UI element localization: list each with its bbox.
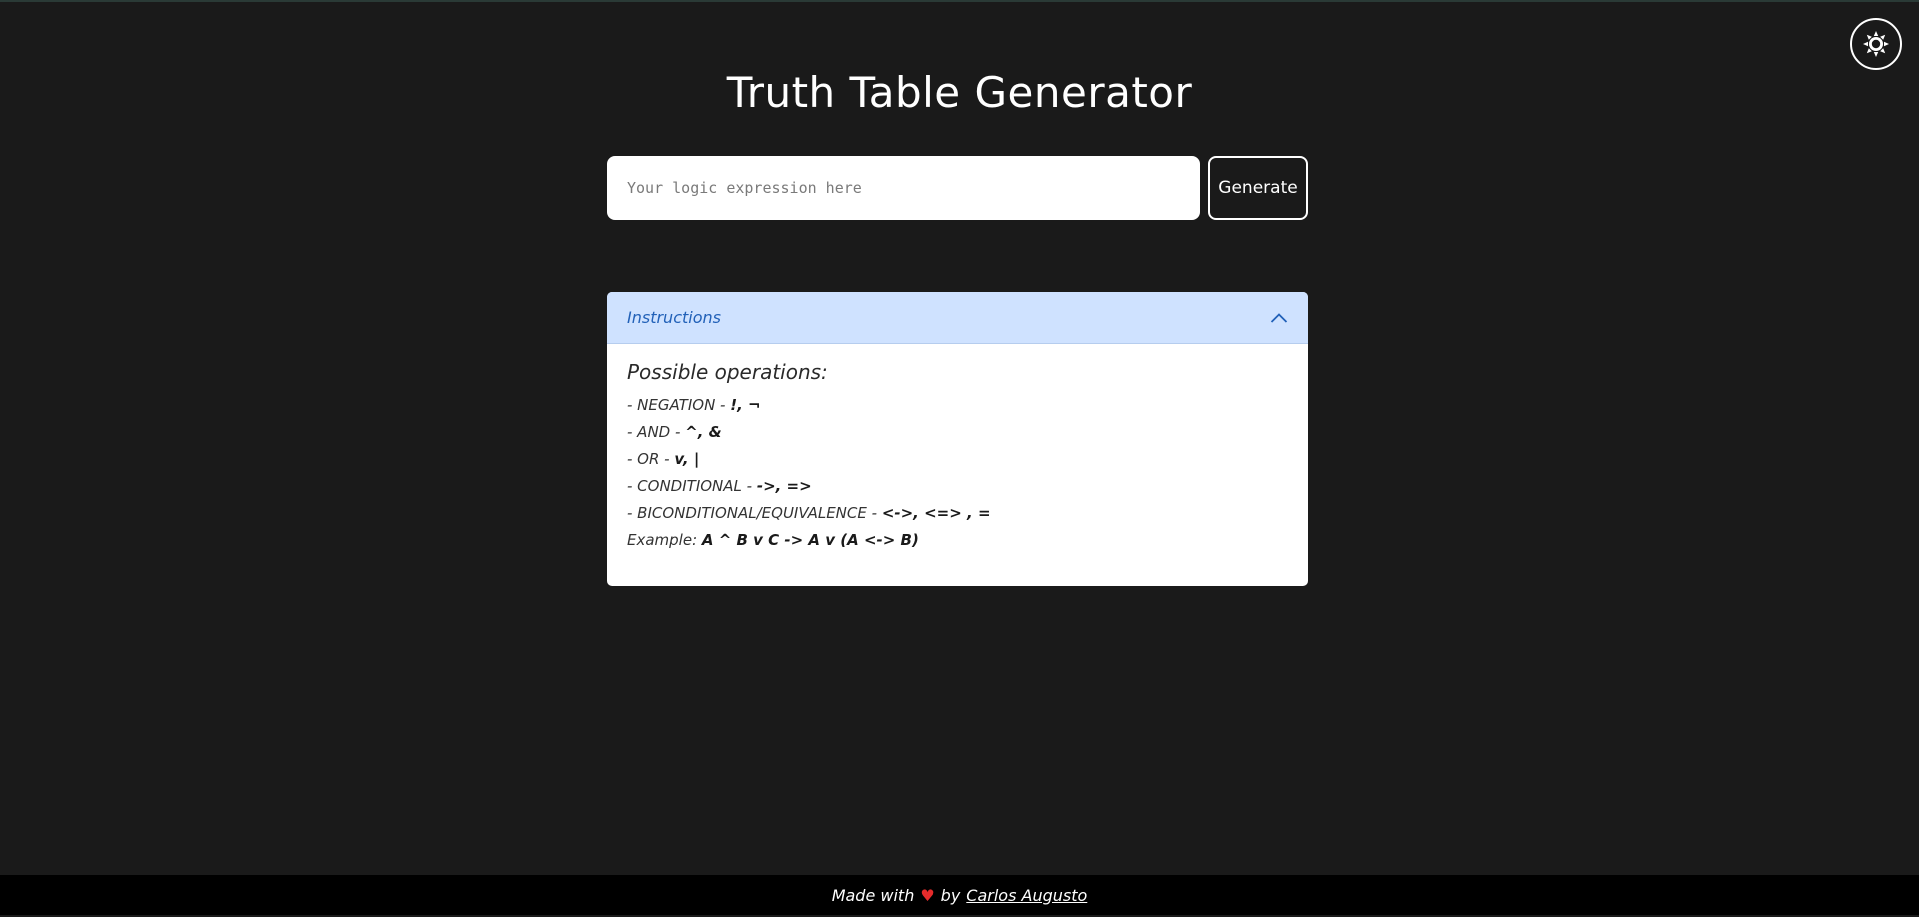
operation-symbols: <->, <=> , = xyxy=(881,504,991,522)
operations-heading: Possible operations: xyxy=(627,360,828,384)
author-link[interactable]: Carlos Augusto xyxy=(966,886,1087,905)
footer: Made with ♥ by Carlos Augusto xyxy=(0,875,1919,915)
operation-symbols: ->, => xyxy=(756,477,812,495)
operation-or: - OR - v, | xyxy=(627,446,1288,473)
sun-icon xyxy=(1863,31,1889,57)
operation-biconditional: - BICONDITIONAL/EQUIVALENCE - <->, <=> ,… xyxy=(627,500,1288,527)
page: Truth Table Generator Generate Instructi… xyxy=(0,0,1919,917)
example-label: Example: xyxy=(627,531,702,549)
operation-and: - AND - ^, & xyxy=(627,419,1288,446)
expression-form: Generate xyxy=(607,156,1308,220)
operation-label: - CONDITIONAL - xyxy=(627,477,757,495)
expression-input[interactable] xyxy=(607,156,1200,220)
page-title: Truth Table Generator xyxy=(726,68,1193,117)
operation-label: - AND - xyxy=(627,423,686,441)
operation-symbols: ^, & xyxy=(685,423,722,441)
heart-icon: ♥ xyxy=(920,885,935,905)
footer-by: by xyxy=(940,885,961,905)
operation-label: - OR - xyxy=(627,450,675,468)
instructions-accordion: Instructions Possible operations: - NEGA… xyxy=(607,292,1308,586)
operation-conditional: - CONDITIONAL - ->, => xyxy=(627,473,1288,500)
example-expression: A ^ B v C -> A v (A <-> B) xyxy=(701,531,919,549)
footer-made-with: Made with xyxy=(831,885,915,905)
example-line: Example: A ^ B v C -> A v (A <-> B) xyxy=(627,527,1288,554)
generate-button[interactable]: Generate xyxy=(1208,156,1308,220)
instructions-accordion-header[interactable]: Instructions xyxy=(607,292,1308,344)
operation-label: - BICONDITIONAL/EQUIVALENCE - xyxy=(627,504,882,522)
operation-negation: - NEGATION - !, ¬ xyxy=(627,392,1288,419)
operation-symbols: !, ¬ xyxy=(730,396,761,414)
operation-label: - NEGATION - xyxy=(627,396,731,414)
operation-symbols: v, | xyxy=(674,450,700,468)
theme-toggle-button[interactable] xyxy=(1850,18,1902,70)
instructions-title: Instructions xyxy=(627,308,721,327)
instructions-body: Possible operations: - NEGATION - !, ¬ -… xyxy=(607,344,1308,574)
chevron-up-icon xyxy=(1270,312,1288,323)
